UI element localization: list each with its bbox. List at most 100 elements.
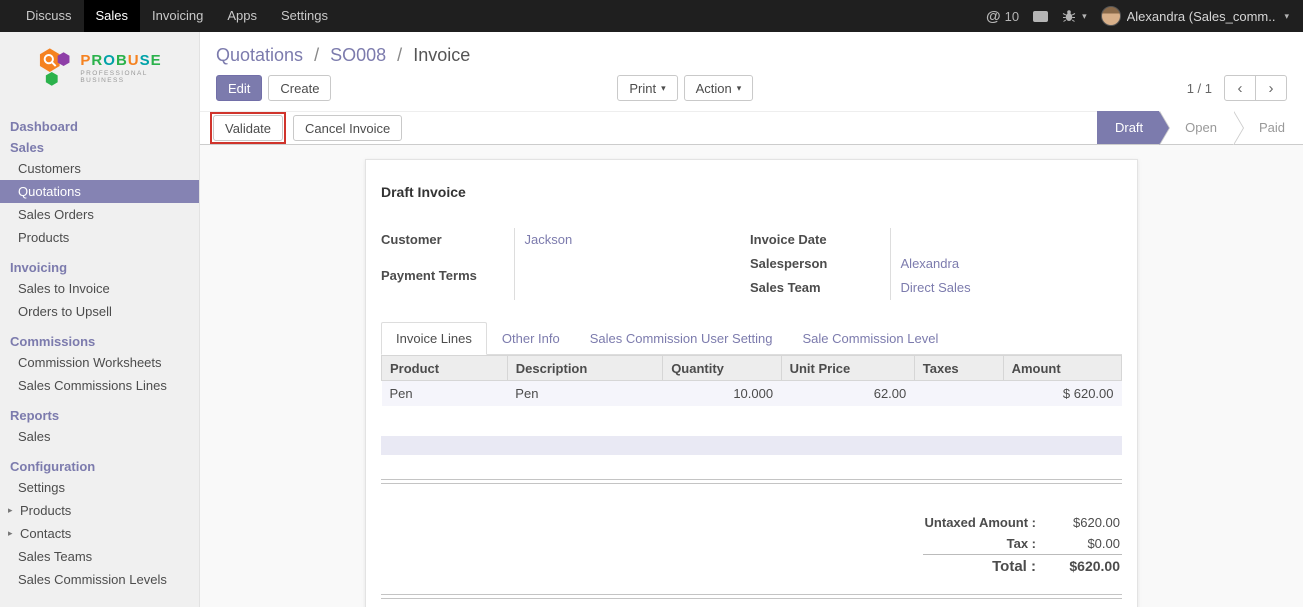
user-menu[interactable]: Alexandra (Sales_comm.. ▾ [1101,6,1289,26]
topmenu-sales[interactable]: Sales [84,0,141,32]
col-header-unit-price[interactable]: Unit Price [781,356,914,381]
status-open[interactable]: Open [1159,111,1233,144]
pager-previous-button[interactable]: ‹ [1224,75,1256,101]
tab-invoice-lines[interactable]: Invoice Lines [381,322,487,355]
total-value: $620.00 [1050,554,1122,578]
sales-team-value[interactable]: Direct Sales [890,276,1122,300]
invoice-date-label: Invoice Date [750,228,890,252]
breadcrumb-so008[interactable]: SO008 [330,45,386,65]
sidebar-item-orders-to-upsell[interactable]: Orders to Upsell [0,300,199,323]
topmenu-settings[interactable]: Settings [269,0,340,32]
col-header-product[interactable]: Product [382,356,508,381]
total-label: Total : [923,554,1050,578]
sidebar-heading-dashboard[interactable]: Dashboard [0,117,199,136]
breadcrumb-current-invoice: Invoice [413,45,470,65]
sidebar-item-sales-commissions-lines[interactable]: Sales Commissions Lines [0,374,199,397]
section-separator [381,479,1122,484]
mentions-counter[interactable]: @ 10 [986,8,1019,25]
sidebar: PROBUSE PROFESSIONAL BUSINESS Dashboard … [0,32,200,607]
status-widget: Draft Open Paid [1097,111,1303,144]
customer-label: Customer [381,228,514,264]
sidebar-item-quotations[interactable]: Quotations [0,180,199,203]
app-logo: PROBUSE PROFESSIONAL BUSINESS [0,32,199,108]
sidebar-heading-sales[interactable]: Sales [0,138,199,157]
sidebar-item-settings[interactable]: Settings [0,476,199,499]
control-panel: Edit Create Print ▾ Action ▾ 1 / 1 ‹ › [200,70,1303,111]
sidebar-item-config-contacts[interactable]: ▸Contacts [0,522,199,545]
pager-counter: 1 / 1 [1187,81,1212,96]
invoice-line-row[interactable]: Pen Pen 10.000 62.00 $ 620.00 [382,381,1122,406]
untaxed-amount-value: $620.00 [1050,512,1122,533]
invoice-date-value[interactable] [890,228,1122,252]
tab-other-info[interactable]: Other Info [487,322,575,355]
tab-sale-commission-level[interactable]: Sale Commission Level [788,322,954,355]
sidebar-item-config-products[interactable]: ▸Products [0,499,199,522]
mention-count: 10 [1005,9,1019,24]
untaxed-amount-label: Untaxed Amount : [923,512,1050,533]
action-dropdown[interactable]: Action ▾ [684,75,754,101]
caret-down-icon: ▾ [737,83,742,94]
tab-sales-commission-user-setting[interactable]: Sales Commission User Setting [575,322,788,355]
sidebar-item-products[interactable]: Products [0,226,199,249]
brand-tagline: PROFESSIONAL BUSINESS [80,70,193,84]
sidebar-item-sales-to-invoice[interactable]: Sales to Invoice [0,277,199,300]
sidebar-heading-invoicing[interactable]: Invoicing [0,258,199,277]
payment-terms-label: Payment Terms [381,264,514,300]
statusbar: Validate Cancel Invoice Draft Open Paid [200,111,1303,145]
print-dropdown[interactable]: Print ▾ [617,75,677,101]
at-icon: @ [986,8,1001,25]
totals-block: Untaxed Amount : $620.00 Tax : $0.00 Tot… [923,512,1122,578]
sidebar-heading-reports[interactable]: Reports [0,406,199,425]
untaxed-row: Untaxed Amount : $620.00 [923,512,1122,533]
sidebar-item-sales-commission-levels[interactable]: Sales Commission Levels [0,568,199,591]
edit-button[interactable]: Edit [216,75,262,101]
sidebar-item-sales-teams[interactable]: Sales Teams [0,545,199,568]
sidebar-heading-commissions[interactable]: Commissions [0,332,199,351]
payment-terms-value[interactable] [514,264,736,300]
user-name: Alexandra (Sales_comm.. [1127,9,1276,24]
salesperson-label: Salesperson [750,252,890,276]
debug-menu[interactable]: ▾ [1062,9,1087,23]
customer-value[interactable]: Jackson [514,228,736,264]
breadcrumb: Quotations / SO008 / Invoice [200,32,1303,70]
breadcrumb-quotations[interactable]: Quotations [216,45,303,65]
cell-amount: $ 620.00 [1003,381,1121,406]
topmenu-invoicing[interactable]: Invoicing [140,0,215,32]
form-content-area: Draft Invoice Customer Jackson Payment T… [200,145,1303,607]
expand-caret-icon[interactable]: ▸ [8,505,16,516]
col-header-taxes[interactable]: Taxes [914,356,1003,381]
table-header-row: Product Description Quantity Unit Price … [382,356,1122,381]
topmenu-discuss[interactable]: Discuss [14,0,84,32]
pager-next-button[interactable]: › [1255,75,1287,101]
col-header-quantity[interactable]: Quantity [663,356,781,381]
topmenu-apps[interactable]: Apps [215,0,269,32]
col-header-amount[interactable]: Amount [1003,356,1121,381]
salesperson-value[interactable]: Alexandra [890,252,1122,276]
status-draft[interactable]: Draft [1097,111,1159,144]
expand-caret-icon[interactable]: ▸ [8,528,16,539]
top-navbar: Discuss Sales Invoicing Apps Settings @ … [0,0,1303,32]
cell-unit-price: 62.00 [781,381,914,406]
breadcrumb-separator: / [397,45,402,65]
tax-label: Tax : [923,533,1050,555]
create-button[interactable]: Create [268,75,331,101]
validate-button[interactable]: Validate [213,115,283,141]
bug-icon [1062,9,1076,23]
sidebar-heading-configuration[interactable]: Configuration [0,457,199,476]
cancel-invoice-button[interactable]: Cancel Invoice [293,115,402,141]
logo-text: PROBUSE PROFESSIONAL BUSINESS [80,52,193,84]
field-groups: Customer Jackson Payment Terms Invoice D… [381,228,1122,300]
sidebar-item-reports-sales[interactable]: Sales [0,425,199,448]
sidebar-item-customers[interactable]: Customers [0,157,199,180]
tax-value: $0.00 [1050,533,1122,555]
probuse-logo-icon [36,46,73,90]
footer-separator [381,594,1122,599]
sidebar-item-sales-orders[interactable]: Sales Orders [0,203,199,226]
brand-name: PROBUSE [80,52,193,69]
col-header-description[interactable]: Description [507,356,662,381]
empty-list-strip [381,436,1122,455]
invoice-lines-table: Product Description Quantity Unit Price … [381,355,1122,406]
chat-icon[interactable] [1033,11,1048,22]
sidebar-item-commission-worksheets[interactable]: Commission Worksheets [0,351,199,374]
invoice-sheet: Draft Invoice Customer Jackson Payment T… [365,159,1138,607]
